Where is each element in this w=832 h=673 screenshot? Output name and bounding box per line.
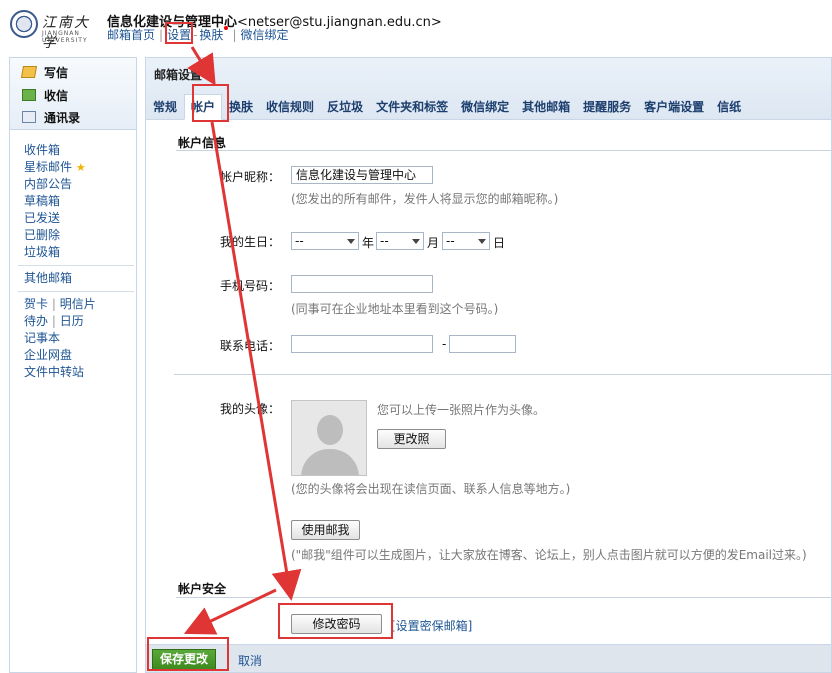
chevron-down-icon [412,239,420,244]
tab-other-mailbox[interactable]: 其他邮箱 [516,94,576,120]
nickname-hint: (您发出的所有邮件，发件人将显示您的邮箱昵称。) [291,192,559,206]
page-title: 邮箱设置 [154,68,203,82]
avatar-label: 我的头像： [220,402,281,416]
folder-announcements[interactable]: 内部公告 [24,176,132,193]
link-calendar[interactable]: 日历 [60,314,84,328]
tab-skin[interactable]: 换肤 [223,94,259,120]
nickname-input[interactable]: 信息化建设与管理中心 [291,166,433,184]
folder-list: 收件箱 星标邮件 ★ 内部公告 草稿箱 已发送 已删除 垃圾箱 其他邮箱 贺卡 … [18,142,134,381]
unit-year: 年 [362,236,375,250]
phone-label: 联系电话： [220,339,281,353]
change-photo-button[interactable]: 更改照 [377,429,446,449]
tools-row-cards: 贺卡 | 明信片 [24,297,96,311]
link-file-transfer[interactable]: 文件中转站 [24,364,132,381]
birth-year-select[interactable]: -- [291,232,359,250]
phone-area-input[interactable] [291,335,433,353]
top-links: 邮箱首页 | 设置 - 换肤 | 微信绑定 [107,26,289,42]
divider [18,291,134,292]
footer-bar: 保存更改 取消 [146,644,831,672]
folder-drafts[interactable]: 草稿箱 [24,193,132,210]
contacts-button[interactable]: 通讯录 [22,108,80,126]
chevron-down-icon [347,239,355,244]
use-mailme-button[interactable]: 使用邮我 [291,520,360,540]
tools-row-todo: 待办 | 日历 [24,314,84,328]
divider [176,597,831,598]
inbox-download-icon [22,89,36,101]
birth-month-select[interactable]: -- [376,232,424,250]
tab-rules[interactable]: 收信规则 [260,94,320,120]
change-password-button[interactable]: 修改密码 [291,614,382,634]
avatar-tip: 您可以上传一张照片作为头像。 [377,403,546,417]
mobile-label: 手机号码： [220,279,281,293]
save-changes-button[interactable]: 保存更改 [152,649,216,670]
nickname-label: 帐户昵称： [220,170,281,184]
folder-inbox[interactable]: 收件箱 [24,142,132,159]
compose-button[interactable]: 写信 [20,63,68,81]
link-skin[interactable]: 换肤 [199,28,223,42]
avatar-hint: (您的头像将会出现在读信页面、联系人信息等地方。) [291,482,571,496]
tab-general[interactable]: 常规 [147,94,183,120]
folder-sent[interactable]: 已发送 [24,210,132,227]
account-settings-content: 帐户信息 帐户昵称： 信息化建设与管理中心 (您发出的所有邮件，发件人将显示您的… [146,120,831,644]
mobile-hint: (同事可在企业地址本里看到这个号码。) [291,302,499,316]
birthday-label: 我的生日： [220,235,281,249]
link-postcard[interactable]: 明信片 [60,297,96,311]
unit-month: 月 [427,236,440,250]
tab-antispam[interactable]: 反垃圾 [321,94,369,120]
cancel-link[interactable]: 取消 [238,652,262,669]
compose-box: 写信 收信 通讯录 [10,58,136,130]
link-todo[interactable]: 待办 [24,314,48,328]
tab-wechat[interactable]: 微信绑定 [455,94,515,120]
tab-account[interactable]: 帐户 [184,94,223,120]
seal-icon [10,10,38,38]
divider [176,150,831,151]
link-wechat-bind[interactable]: 微信绑定 [240,28,288,42]
birth-day-select[interactable]: -- [442,232,490,250]
link-greeting-card[interactable]: 贺卡 [24,297,48,311]
section-account-info: 帐户信息 [178,136,227,150]
divider [174,374,831,375]
new-dot-icon [224,26,229,30]
pencil-icon [20,66,38,78]
link-mail-home[interactable]: 邮箱首页 [107,28,155,42]
tab-stationery[interactable]: 信纸 [711,94,747,120]
settings-panel: 邮箱设置 常规 帐户 换肤 收信规则 反垃圾 文件夹和标签 微信绑定 其他邮箱 … [145,57,832,673]
tab-client-settings[interactable]: 客户端设置 [638,94,710,120]
link-netdisk[interactable]: 企业网盘 [24,347,132,364]
divider [18,265,134,266]
mailme-hint: ("邮我"组件可以生成图片，让大家放在博客、论坛上，别人点击图片就可以方便的发E… [291,548,807,562]
sidebar: 写信 收信 通讯录 收件箱 星标邮件 ★ 内部公告 草稿箱 已发送 已删除 垃圾… [9,57,137,673]
tab-folders-labels[interactable]: 文件夹和标签 [370,94,454,120]
avatar [291,400,367,476]
university-logo[interactable]: 江南大学 JIANGNAN UNIVERSITY [10,10,100,51]
person-silhouette-icon [317,415,343,445]
link-notes[interactable]: 记事本 [24,330,132,347]
link-settings[interactable]: 设置 [167,28,191,42]
other-mailboxes[interactable]: 其他邮箱 [24,270,132,287]
folder-starred[interactable]: 星标邮件 ★ [24,159,132,176]
settings-tabs: 常规 帐户 换肤 收信规则 反垃圾 文件夹和标签 微信绑定 其他邮箱 提醒服务 … [146,94,747,120]
phone-number-input[interactable] [449,335,516,353]
star-icon: ★ [75,161,86,174]
folder-spam[interactable]: 垃圾箱 [24,244,132,261]
logo-subtext: JIANGNAN UNIVERSITY [42,30,88,44]
phone-dash: - [442,337,447,351]
chevron-down-icon [478,239,486,244]
unit-day: 日 [493,236,506,250]
tab-reminders[interactable]: 提醒服务 [577,94,637,120]
section-account-security: 帐户安全 [178,582,227,596]
top-header: 江南大学 JIANGNAN UNIVERSITY 信息化建设与管理中心<nets… [0,0,832,51]
folder-deleted[interactable]: 已删除 [24,227,132,244]
mobile-input[interactable] [291,275,433,293]
address-book-icon [22,111,36,123]
settings-header: 邮箱设置 常规 帐户 换肤 收信规则 反垃圾 文件夹和标签 微信绑定 其他邮箱 … [146,58,831,120]
set-secure-email-link[interactable]: [设置密保邮箱] [391,617,472,634]
receive-button[interactable]: 收信 [22,86,68,104]
